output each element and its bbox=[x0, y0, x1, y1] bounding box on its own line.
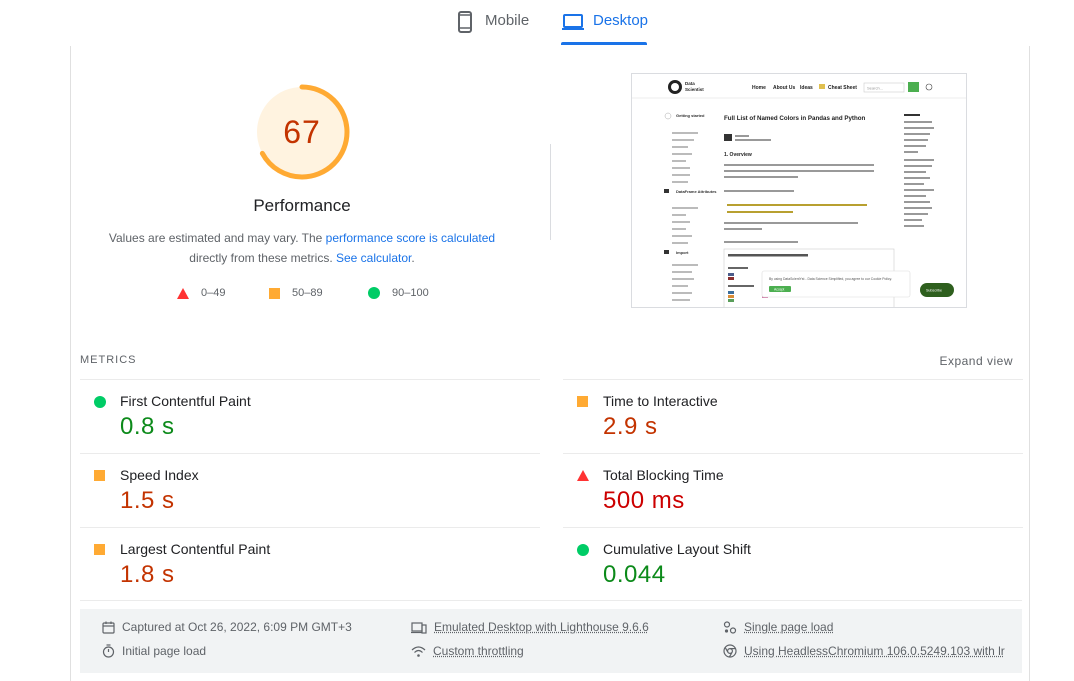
laptop-icon bbox=[562, 14, 584, 30]
page-screenshot: Data Scientist Home About Us Ideas Cheat… bbox=[631, 73, 967, 308]
thumb-sidebar-group-3: Import bbox=[676, 250, 689, 255]
performance-gauge: 67 bbox=[254, 84, 350, 180]
legend-fail-label: 0–49 bbox=[201, 287, 226, 299]
metric-title: Largest Contentful Paint bbox=[120, 541, 271, 557]
report-card: 67 Performance Values are estimated and … bbox=[70, 46, 1030, 681]
timer-icon bbox=[102, 644, 115, 658]
thumb-site-name-2: Scientist bbox=[685, 87, 704, 92]
thumb-nav-cheat: Cheat Sheet bbox=[828, 85, 857, 91]
thumb-nav-ideas: Ideas bbox=[800, 85, 813, 91]
thumb-search: Search... bbox=[867, 86, 883, 91]
active-tab-indicator bbox=[561, 42, 647, 45]
initial-load-text: Initial page load bbox=[122, 644, 207, 658]
thumb-sidebar-group-2: DataFrame Attributes bbox=[676, 189, 717, 194]
metric-largest-contentful-paint: Largest Contentful Paint 1.8 s bbox=[80, 527, 540, 601]
thumb-cookie-text: By using DataScientYst - Data Science Si… bbox=[769, 277, 892, 281]
score-calculated-link[interactable]: performance score is calculated bbox=[326, 231, 495, 245]
metric-first-contentful-paint: First Contentful Paint 0.8 s bbox=[80, 379, 540, 453]
performance-score: 67 bbox=[283, 114, 321, 150]
thumb-sidebar-group-1: Getting started bbox=[676, 113, 705, 118]
tab-mobile[interactable]: Mobile bbox=[453, 10, 529, 46]
thumb-subscribe: Subscribe bbox=[926, 289, 942, 293]
device-tabs: Mobile Desktop bbox=[0, 0, 1074, 46]
runtime-captured: Captured at Oct 26, 2022, 6:09 PM GMT+3 bbox=[102, 620, 352, 634]
thumb-section-heading: 1. Overview bbox=[724, 152, 752, 158]
chrome-icon bbox=[723, 644, 737, 658]
square-icon bbox=[577, 396, 588, 407]
thumb-accept: Accept bbox=[774, 288, 784, 292]
square-icon bbox=[94, 470, 105, 481]
legend-pass: 90–100 bbox=[368, 287, 429, 299]
emulated-link[interactable]: Emulated Desktop with Lighthouse 9.6.6 bbox=[434, 620, 649, 634]
session-icon bbox=[723, 620, 737, 634]
metric-title: Time to Interactive bbox=[603, 393, 718, 409]
thumb-article-title: Full List of Named Colors in Pandas and … bbox=[724, 115, 866, 122]
legend-fail: 0–49 bbox=[177, 287, 225, 299]
triangle-icon bbox=[177, 287, 189, 299]
runtime-settings: Captured at Oct 26, 2022, 6:09 PM GMT+3 … bbox=[80, 609, 1022, 673]
metric-value: 500 ms bbox=[603, 487, 685, 514]
performance-title: Performance bbox=[253, 196, 351, 215]
svg-text:Full List of Named Colors in P: Full List of Named Colors in Pandas and … bbox=[724, 115, 866, 122]
tab-desktop-label: Desktop bbox=[593, 12, 649, 29]
metric-value: 1.8 s bbox=[120, 561, 175, 588]
legend-average-label: 50–89 bbox=[292, 287, 323, 299]
runtime-browser[interactable]: Using HeadlessChromium 106.0.5249.103 wi… bbox=[723, 644, 1005, 658]
thumb-nav-home: Home bbox=[752, 85, 766, 91]
metric-value: 1.5 s bbox=[120, 487, 175, 514]
captured-text: Captured at Oct 26, 2022, 6:09 PM GMT+3 bbox=[122, 620, 352, 634]
runtime-initial-load: Initial page load bbox=[102, 644, 206, 658]
square-icon bbox=[269, 287, 280, 299]
metric-time-to-interactive: Time to Interactive 2.9 s bbox=[563, 379, 1023, 453]
thumb-site-name: Data bbox=[685, 81, 695, 86]
performance-note: Values are estimated and may vary. The p… bbox=[101, 228, 503, 268]
runtime-single-load[interactable]: Single page load bbox=[723, 620, 833, 634]
legend-average: 50–89 bbox=[269, 287, 323, 299]
metric-value: 0.8 s bbox=[120, 413, 175, 440]
calendar-icon bbox=[102, 621, 115, 634]
note-text: Values are estimated and may vary. The bbox=[108, 231, 326, 245]
throttling-link[interactable]: Custom throttling bbox=[433, 644, 524, 658]
tab-desktop[interactable]: Desktop bbox=[561, 10, 648, 46]
metric-cumulative-layout-shift: Cumulative Layout Shift 0.044 bbox=[563, 527, 1023, 601]
triangle-icon bbox=[577, 470, 589, 481]
metric-title: Cumulative Layout Shift bbox=[603, 541, 751, 557]
circle-icon bbox=[368, 287, 380, 299]
tab-mobile-label: Mobile bbox=[485, 12, 530, 29]
wifi-icon bbox=[411, 645, 426, 657]
note-period: . bbox=[411, 251, 415, 265]
metric-value: 2.9 s bbox=[603, 413, 658, 440]
metric-total-blocking-time: Total Blocking Time 500 ms bbox=[563, 453, 1023, 527]
metrics-heading: METRICS bbox=[80, 354, 137, 366]
metric-speed-index: Speed Index 1.5 s bbox=[80, 453, 540, 527]
metric-title: Total Blocking Time bbox=[603, 467, 724, 483]
circle-icon bbox=[94, 396, 106, 408]
smartphone-icon bbox=[458, 11, 472, 33]
legend-pass-label: 90–100 bbox=[392, 287, 429, 299]
metric-title: Speed Index bbox=[120, 467, 199, 483]
browser-link[interactable]: Using HeadlessChromium 106.0.5249.103 wi… bbox=[744, 644, 1005, 658]
divider bbox=[80, 600, 1022, 601]
metric-title: First Contentful Paint bbox=[120, 393, 251, 409]
divider bbox=[550, 144, 551, 240]
square-icon bbox=[94, 544, 105, 555]
see-calculator-link[interactable]: See calculator bbox=[336, 251, 411, 265]
metric-value: 0.044 bbox=[603, 561, 666, 588]
runtime-emulated[interactable]: Emulated Desktop with Lighthouse 9.6.6 bbox=[411, 620, 649, 634]
circle-icon bbox=[577, 544, 589, 556]
single-load-link[interactable]: Single page load bbox=[744, 620, 833, 634]
note-text-2: directly from these metrics. bbox=[189, 251, 336, 265]
expand-view-button[interactable]: Expand view bbox=[939, 354, 1013, 368]
thumb-nav-about: About Us bbox=[773, 85, 795, 91]
devices-icon bbox=[411, 621, 427, 634]
runtime-throttling[interactable]: Custom throttling bbox=[411, 644, 524, 658]
